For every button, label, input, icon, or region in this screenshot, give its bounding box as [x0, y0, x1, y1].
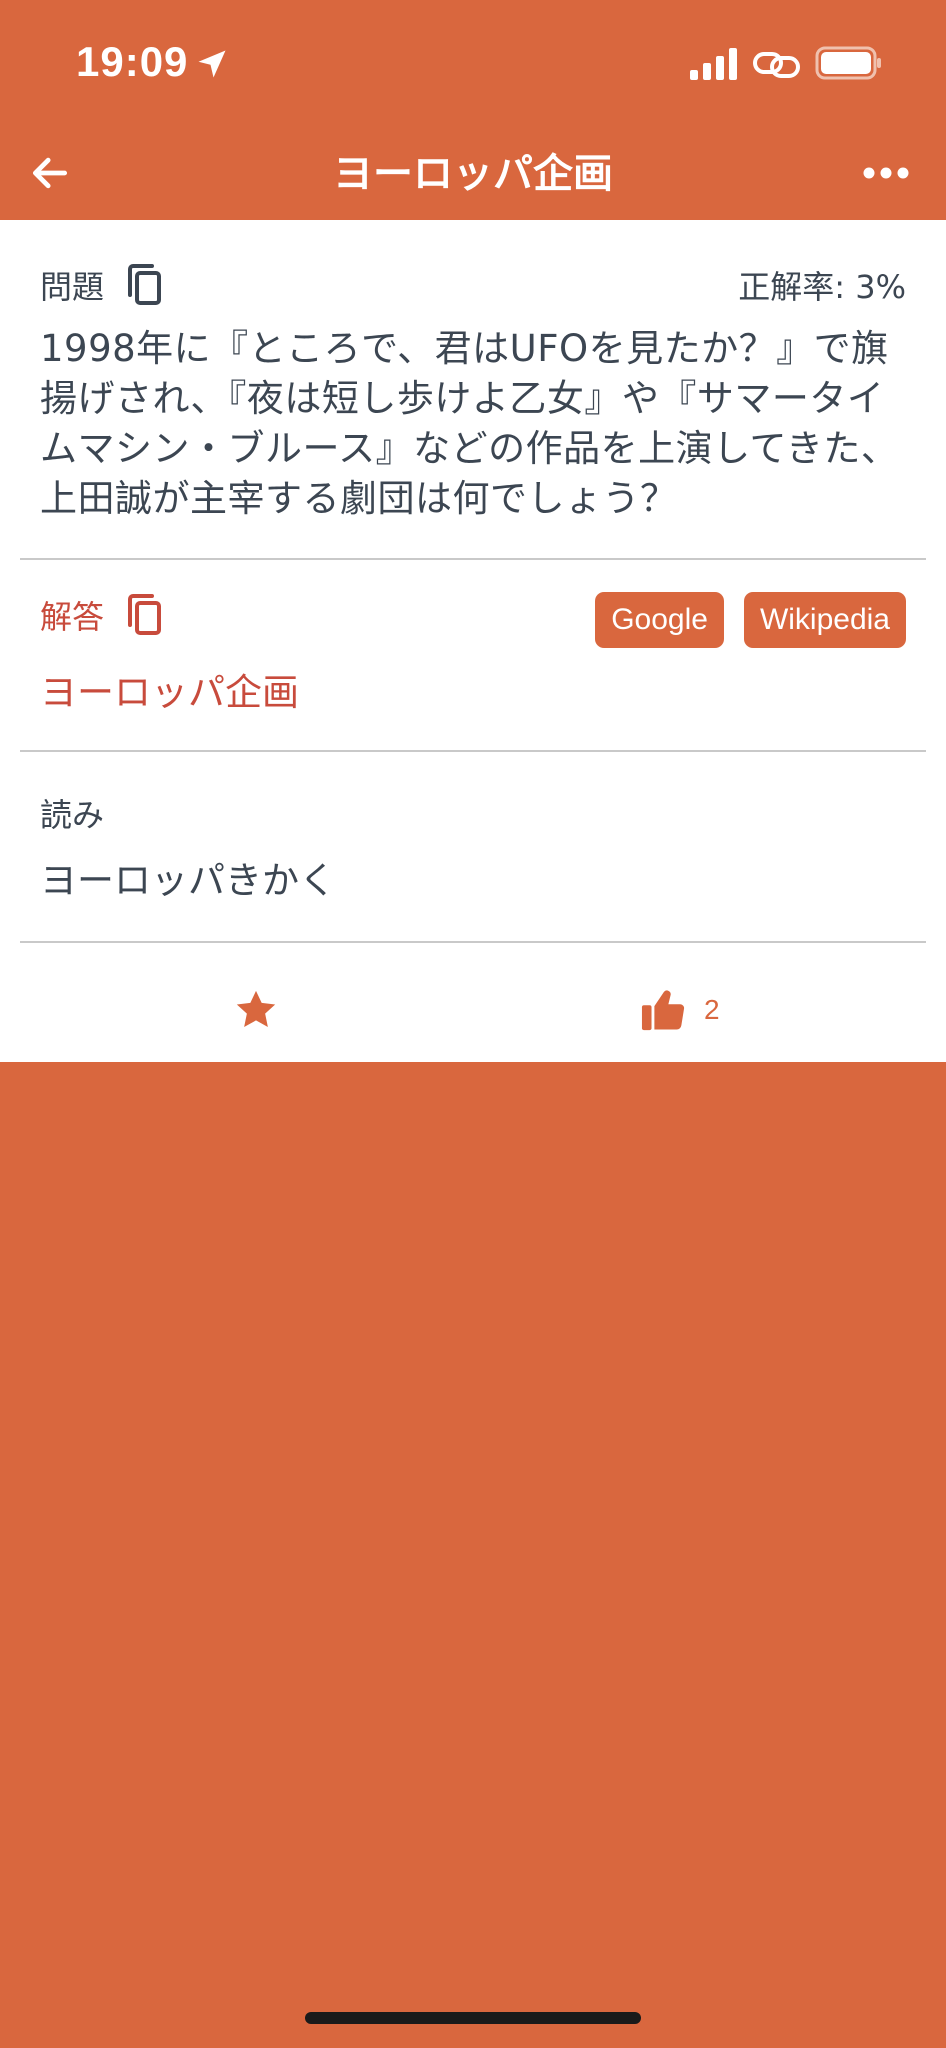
reading-text: ヨーロッパきかく: [40, 859, 336, 902]
copy-icon[interactable]: [124, 593, 164, 637]
answer-label: 解答: [40, 598, 105, 636]
google-button[interactable]: Google: [595, 592, 724, 648]
question-card: 問題 正解率: 3% 1998年に『ところで、君はUFOを見たか？』で旗揚げされ…: [0, 220, 946, 1062]
home-indicator[interactable]: [305, 2012, 641, 2024]
location-arrow-icon: [198, 50, 226, 78]
divider: [20, 558, 926, 560]
status-time: 19:09: [76, 38, 189, 85]
battery-icon: [815, 46, 881, 80]
screen: 19:09 ヨーロッパ企画 問題 正解率: 3% 1998年に『ところで、君はU…: [0, 0, 946, 2048]
like-button[interactable]: 2: [640, 980, 720, 1040]
ellipsis-icon: [863, 167, 909, 179]
actions-row: 2: [0, 980, 946, 1062]
more-button[interactable]: [846, 143, 926, 203]
nav-bar: ヨーロッパ企画: [0, 125, 946, 220]
question-label-row: 問題: [40, 262, 164, 308]
question-text: 1998年に『ところで、君はUFOを見たか？』で旗揚げされ、『夜は短し歩けよ乙女…: [40, 327, 899, 520]
reading-label: 読み: [40, 796, 105, 834]
divider: [20, 750, 926, 752]
like-count: 2: [704, 994, 720, 1025]
thumbs-up-icon: [641, 990, 685, 1031]
status-bar: 19:09: [0, 0, 946, 125]
page-title: ヨーロッパ企画: [333, 151, 613, 197]
copy-icon[interactable]: [124, 263, 164, 307]
favorite-button[interactable]: [228, 980, 284, 1040]
star-icon: [236, 990, 276, 1027]
signal-icon: [690, 48, 737, 80]
answer-label-row: 解答: [40, 592, 164, 638]
answer-text: ヨーロッパ企画: [40, 671, 299, 714]
wikipedia-button[interactable]: Wikipedia: [743, 592, 906, 648]
correct-rate: 正解率: 3%: [738, 268, 906, 306]
link-icon: [753, 52, 800, 78]
question-label: 問題: [40, 268, 105, 306]
external-search-buttons: Google Wikipedia: [595, 592, 906, 648]
divider: [20, 941, 926, 943]
